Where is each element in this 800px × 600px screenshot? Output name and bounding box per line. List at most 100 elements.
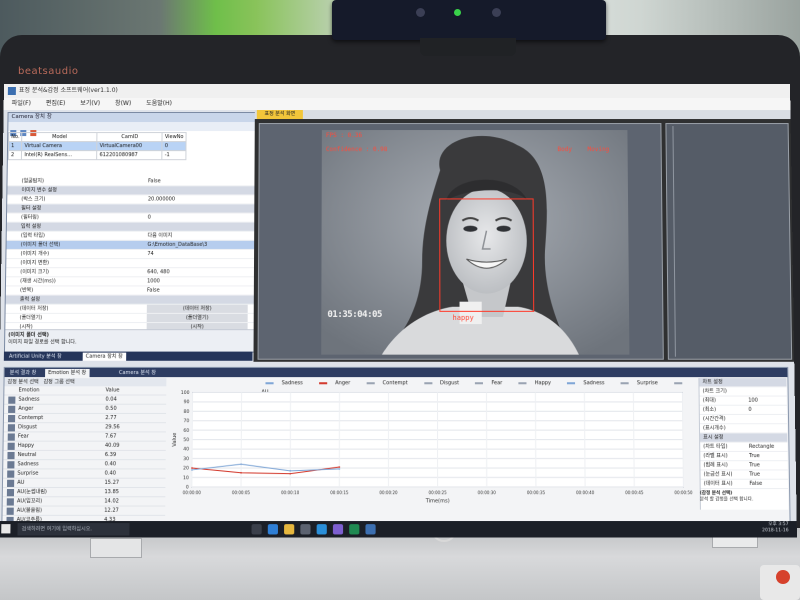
- property-row[interactable]: (박스 크기) 20.000000: [7, 195, 255, 205]
- property-value[interactable]: True: [749, 461, 786, 469]
- property-value[interactable]: 74: [147, 250, 248, 258]
- column-header[interactable]: Model: [21, 132, 98, 142]
- property-category[interactable]: 이미지 변수 설정: [7, 186, 255, 196]
- legend-item[interactable]: Surprise: [617, 380, 662, 386]
- emotion-checkbox[interactable]: [6, 489, 15, 497]
- emotion-row[interactable]: Surprise 0.40: [3, 469, 166, 479]
- app-icon[interactable]: [349, 524, 360, 535]
- legend-item[interactable]: Sadness: [261, 380, 306, 386]
- property-value[interactable]: G:\Emotion_DataBase\3: [147, 241, 248, 249]
- tab-result[interactable]: 분석 결과 창: [7, 369, 40, 377]
- emotion-checkbox[interactable]: [7, 451, 15, 460]
- property-row[interactable]: (데이터 표시) False: [700, 479, 789, 490]
- folder-icon[interactable]: [284, 524, 295, 535]
- property-value[interactable]: 100: [748, 397, 785, 405]
- property-value[interactable]: 20.000000: [148, 195, 249, 203]
- property-row[interactable]: (이미지 크기) 640, 480: [6, 268, 254, 278]
- emotion-row[interactable]: Disgust 29.56: [3, 423, 166, 433]
- tab-emotion[interactable]: Emotion 분석 창: [45, 368, 90, 378]
- property-row[interactable]: (라벨 표시) True: [700, 451, 788, 462]
- tab-analysis[interactable]: Artificial Unity 분석 창: [6, 353, 65, 361]
- property-row[interactable]: (차트 타입) Rectangle: [700, 442, 788, 452]
- property-row[interactable]: (폴더열기) (폴더열기): [5, 313, 254, 324]
- property-row[interactable]: (최대) 100: [699, 396, 787, 406]
- emotion-checkbox[interactable]: [6, 498, 14, 506]
- analysis-app-icon[interactable]: [365, 524, 376, 535]
- property-row[interactable]: (반복) False: [5, 286, 254, 296]
- property-row[interactable]: (범례 표시) True: [700, 461, 788, 471]
- menu-window[interactable]: 창(W): [115, 100, 131, 107]
- property-row[interactable]: (이미지 변환): [6, 259, 255, 269]
- property-row[interactable]: (이미지 폴더 선택) G:\Emotion_DataBase\3: [6, 240, 255, 250]
- column-header[interactable]: ViewNo: [162, 132, 187, 142]
- property-category[interactable]: 필터 설정: [7, 204, 255, 214]
- tab-video[interactable]: 표정 분석 화면: [256, 110, 303, 120]
- property-row[interactable]: (데이터 저장) (데이터 저장): [5, 304, 254, 314]
- property-value[interactable]: 640, 480: [147, 268, 248, 276]
- store-icon[interactable]: [300, 524, 311, 535]
- legend-item[interactable]: Disgust: [420, 380, 463, 386]
- property-row[interactable]: (이미지 개수) 74: [6, 249, 255, 260]
- property-category[interactable]: 차트 설정: [699, 378, 787, 388]
- legend-item[interactable]: Anger: [315, 380, 354, 386]
- menu-file[interactable]: 파일(F): [12, 100, 31, 107]
- system-tray-clock[interactable]: 오후 3:57 2018-11-16: [762, 522, 789, 534]
- menu-help[interactable]: 도움말(H): [146, 100, 172, 107]
- tab-emotion-group[interactable]: 감정 그룹 선택: [43, 379, 74, 385]
- property-row[interactable]: (필터링) 0: [6, 213, 255, 223]
- property-row[interactable]: (얼굴탐지) False: [7, 177, 255, 187]
- emotion-row[interactable]: Anger 0.50: [4, 404, 167, 414]
- emotion-checkbox[interactable]: [6, 479, 15, 487]
- emotion-row[interactable]: AU(볼올림) 12.27: [2, 506, 166, 516]
- emotion-checkbox[interactable]: [7, 414, 16, 423]
- property-value[interactable]: False: [147, 286, 248, 294]
- emotion-row[interactable]: AU(눈썹내림) 13.85: [2, 487, 166, 498]
- emotion-row[interactable]: Sadness 0.04: [4, 395, 167, 405]
- emotion-checkbox[interactable]: [7, 442, 15, 450]
- visual-studio-icon[interactable]: [332, 524, 344, 535]
- legend-item[interactable]: Sadness: [563, 380, 608, 386]
- emotion-row[interactable]: Contempt 2.77: [3, 413, 167, 424]
- property-value[interactable]: 0: [748, 406, 785, 414]
- windows-start-icon[interactable]: [1, 524, 11, 534]
- property-row[interactable]: (차트 크기): [699, 387, 787, 397]
- tab-camera-analysis[interactable]: Camera 분석 창: [116, 369, 159, 377]
- property-row[interactable]: (시간간격): [699, 414, 788, 425]
- tab-emotion-select[interactable]: 감정 분석 선택: [7, 379, 38, 385]
- emotion-row[interactable]: Happy 40.09: [3, 441, 166, 451]
- property-value[interactable]: 다음 이미지: [148, 232, 249, 240]
- emotion-row[interactable]: AU(입꼬리) 14.02: [2, 497, 166, 507]
- table-row[interactable]: 2 Intel(R) RealSens... 612201080987 -1: [8, 150, 186, 160]
- property-value[interactable]: Rectangle: [749, 443, 786, 451]
- emotion-row[interactable]: Neutral 6.39: [3, 450, 166, 461]
- property-row[interactable]: (눈금선 표시) True: [700, 470, 788, 480]
- property-category[interactable]: 입력 설정: [6, 222, 255, 232]
- column-header[interactable]: No.: [8, 132, 23, 142]
- legend-item[interactable]: Contempt: [362, 380, 411, 386]
- property-value[interactable]: 1000: [147, 277, 248, 285]
- edge-icon[interactable]: [267, 524, 279, 535]
- property-value[interactable]: True: [749, 452, 786, 460]
- property-row[interactable]: (입력 타입) 다음 이미지: [6, 231, 255, 241]
- property-row[interactable]: (재생 시간(ms)) 1000: [5, 277, 254, 287]
- emotion-checkbox[interactable]: [7, 461, 15, 469]
- emotion-row[interactable]: AU 15.27: [2, 478, 166, 488]
- emotion-row[interactable]: Fear 7.67: [3, 432, 166, 442]
- property-category[interactable]: 표시 설정: [700, 433, 788, 443]
- emotion-checkbox[interactable]: [7, 424, 16, 432]
- property-value[interactable]: False: [749, 480, 786, 488]
- property-row[interactable]: (최소) 0: [699, 405, 787, 415]
- emotion-checkbox[interactable]: [6, 507, 14, 515]
- property-value[interactable]: (폴더열기): [146, 313, 248, 323]
- emotion-row[interactable]: Sadness 0.40: [3, 460, 166, 470]
- tab-camera[interactable]: Camera 장치 창: [82, 352, 126, 361]
- table-row[interactable]: 1 Virtual Camera VirtualCamera00 0: [8, 141, 187, 151]
- property-value[interactable]: False: [148, 177, 248, 185]
- mail-icon[interactable]: [316, 524, 327, 535]
- legend-item[interactable]: Fear: [471, 380, 506, 386]
- property-value[interactable]: 0: [148, 214, 249, 222]
- taskbar-search-input[interactable]: 검색하려면 여기에 입력하십시오.: [17, 523, 130, 536]
- emotion-checkbox[interactable]: [7, 470, 15, 478]
- property-value[interactable]: (데이터 저장): [146, 304, 248, 313]
- menu-view[interactable]: 보기(V): [80, 100, 100, 107]
